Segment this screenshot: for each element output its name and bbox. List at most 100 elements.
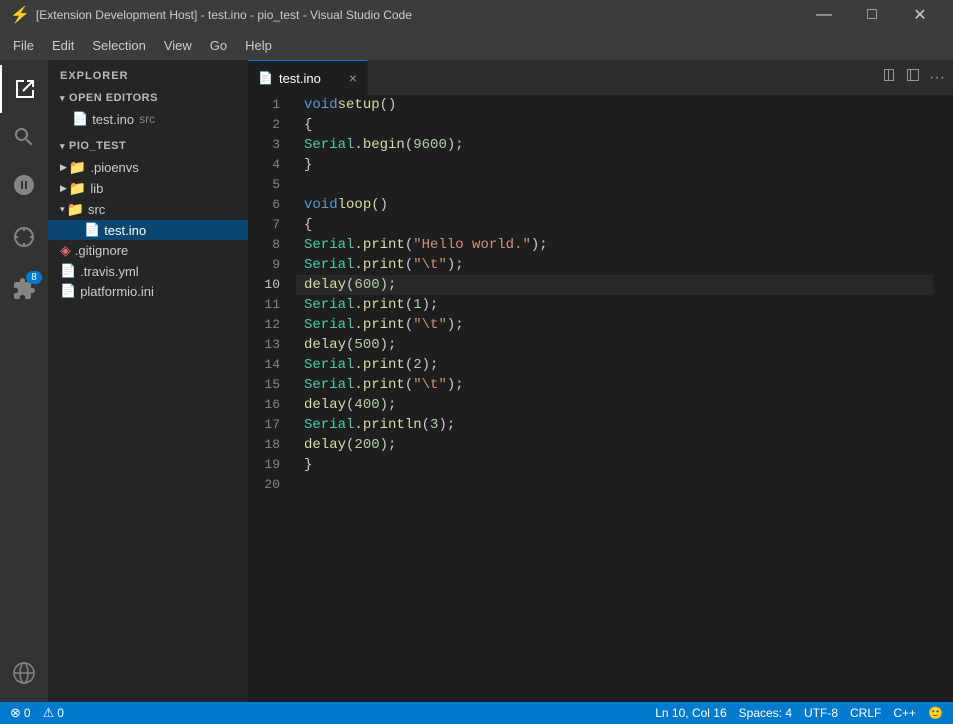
test-ino-file-icon: 📄: [84, 222, 100, 238]
pioenvs-folder-item[interactable]: ▶ 📁 .pioenvs: [48, 157, 248, 178]
spaces-text: Spaces: 4: [739, 706, 792, 720]
code-line-12: Serial.print("\t");: [296, 315, 933, 335]
activity-source-control[interactable]: [0, 161, 48, 209]
pio-test-label: PIO_TEST: [69, 140, 126, 152]
smiley-status[interactable]: 🙂: [928, 706, 943, 720]
extensions-badge: 8: [26, 271, 42, 284]
activity-search[interactable]: [0, 113, 48, 161]
menu-help[interactable]: Help: [237, 34, 280, 57]
activity-remote[interactable]: [0, 649, 48, 697]
titlebar: ⚡ [Extension Development Host] - test.in…: [0, 0, 953, 30]
encoding-status[interactable]: UTF-8: [804, 706, 838, 720]
tab-test-ino[interactable]: 📄 test.ino ×: [248, 60, 368, 95]
code-line-16: delay(400);: [296, 395, 933, 415]
titlebar-left: ⚡ [Extension Development Host] - test.in…: [10, 5, 412, 25]
open-editor-test-ino[interactable]: 📄 test.ino src: [48, 109, 248, 129]
line-10: 10: [248, 275, 280, 295]
position-text: Ln 10, Col 16: [655, 706, 726, 720]
line-13: 13: [248, 335, 280, 355]
activity-explorer[interactable]: [0, 65, 48, 113]
file-icon: 📄: [72, 111, 88, 127]
platformio-item[interactable]: 📄 platformio.ini: [48, 281, 248, 301]
menu-view[interactable]: View: [156, 34, 200, 57]
close-button[interactable]: ✕: [897, 0, 943, 30]
src-folder-item[interactable]: ▾ 📁 src: [48, 199, 248, 220]
more-actions-button[interactable]: ···: [929, 69, 945, 87]
line-11: 11: [248, 295, 280, 315]
lib-folder-icon: 📁: [69, 180, 86, 197]
minimap: [933, 95, 943, 702]
warnings-status[interactable]: ⚠ 0: [43, 705, 64, 721]
main-layout: 8 Explorer ▾ OPEN EDITORS 📄 test.ino src…: [0, 60, 953, 702]
line-5: 5: [248, 175, 280, 195]
code-line-13: delay(500);: [296, 335, 933, 355]
line-7: 7: [248, 215, 280, 235]
code-line-1: void setup(): [296, 95, 933, 115]
code-line-18: delay(200);: [296, 435, 933, 455]
language-status[interactable]: C++: [893, 706, 916, 720]
spaces-status[interactable]: Spaces: 4: [739, 706, 792, 720]
open-editor-path: src: [139, 112, 155, 126]
sidebar-content: ▾ OPEN EDITORS 📄 test.ino src ▾ PIO_TEST…: [48, 87, 248, 702]
warning-count: 0: [57, 706, 64, 720]
pioenvs-folder-icon: 📁: [69, 159, 86, 176]
line-ending-text: CRLF: [850, 706, 881, 720]
cursor-position[interactable]: Ln 10, Col 16: [655, 706, 726, 720]
tab-filename: test.ino: [279, 71, 321, 86]
line-20: 20: [248, 475, 280, 495]
warning-icon: ⚠: [43, 705, 55, 721]
pioenvs-chevron-icon: ▶: [60, 162, 67, 173]
code-line-2: {: [296, 115, 933, 135]
menu-go[interactable]: Go: [202, 34, 235, 57]
test-ino-label: test.ino: [104, 223, 146, 238]
code-content[interactable]: void setup() { Serial.begin(9600); } voi…: [296, 95, 933, 702]
line-9: 9: [248, 255, 280, 275]
code-line-11: Serial.print(1);: [296, 295, 933, 315]
test-ino-item[interactable]: 📄 test.ino: [48, 220, 248, 240]
travis-item[interactable]: 📄 .travis.yml: [48, 261, 248, 281]
line-16: 16: [248, 395, 280, 415]
menu-selection[interactable]: Selection: [84, 34, 153, 57]
titlebar-controls: — □ ✕: [801, 0, 943, 30]
error-icon: ⊗: [10, 705, 21, 721]
tab-bar: 📄 test.ino × ···: [248, 60, 953, 95]
line-8: 8: [248, 235, 280, 255]
gitignore-item[interactable]: ◈ .gitignore: [48, 240, 248, 261]
maximize-button[interactable]: □: [849, 0, 895, 30]
open-editors-section[interactable]: ▾ OPEN EDITORS: [48, 87, 248, 109]
line-4: 4: [248, 155, 280, 175]
editor-area: 📄 test.ino × ··· 1 2 3 4 5: [248, 60, 953, 702]
open-editors-label: OPEN EDITORS: [69, 92, 158, 104]
line-ending-status[interactable]: CRLF: [850, 706, 881, 720]
line-17: 17: [248, 415, 280, 435]
minimize-button[interactable]: —: [801, 0, 847, 30]
code-editor[interactable]: 1 2 3 4 5 6 7 8 9 10 11 12 13 14 15 16 1…: [248, 95, 953, 702]
src-folder-icon: 📁: [67, 201, 84, 218]
toggle-sidebar-button[interactable]: [905, 67, 921, 88]
open-editors-chevron-icon: ▾: [60, 93, 65, 104]
error-count: 0: [24, 706, 31, 720]
code-line-5: [296, 175, 933, 195]
menu-file[interactable]: File: [5, 34, 42, 57]
pio-test-section[interactable]: ▾ PIO_TEST: [48, 135, 248, 157]
line-3: 3: [248, 135, 280, 155]
lib-folder-item[interactable]: ▶ 📁 lib: [48, 178, 248, 199]
code-line-8: Serial.print("Hello world.");: [296, 235, 933, 255]
scrollbar-track[interactable]: [943, 95, 953, 702]
travis-label: .travis.yml: [80, 264, 139, 279]
line-2: 2: [248, 115, 280, 135]
pioenvs-label: .pioenvs: [90, 160, 138, 175]
code-line-4: }: [296, 155, 933, 175]
smiley-icon: 🙂: [928, 706, 943, 720]
line-1: 1: [248, 95, 280, 115]
menu-edit[interactable]: Edit: [44, 34, 82, 57]
activity-debug[interactable]: [0, 213, 48, 261]
errors-status[interactable]: ⊗ 0: [10, 705, 31, 721]
statusbar: ⊗ 0 ⚠ 0 Ln 10, Col 16 Spaces: 4 UTF-8 CR…: [0, 702, 953, 724]
activity-extensions[interactable]: 8: [0, 265, 48, 313]
src-label: src: [88, 202, 105, 217]
split-editor-button[interactable]: [881, 67, 897, 88]
menubar: File Edit Selection View Go Help: [0, 30, 953, 60]
tab-close-button[interactable]: ×: [349, 70, 357, 86]
platformio-icon: 📄: [60, 283, 76, 299]
